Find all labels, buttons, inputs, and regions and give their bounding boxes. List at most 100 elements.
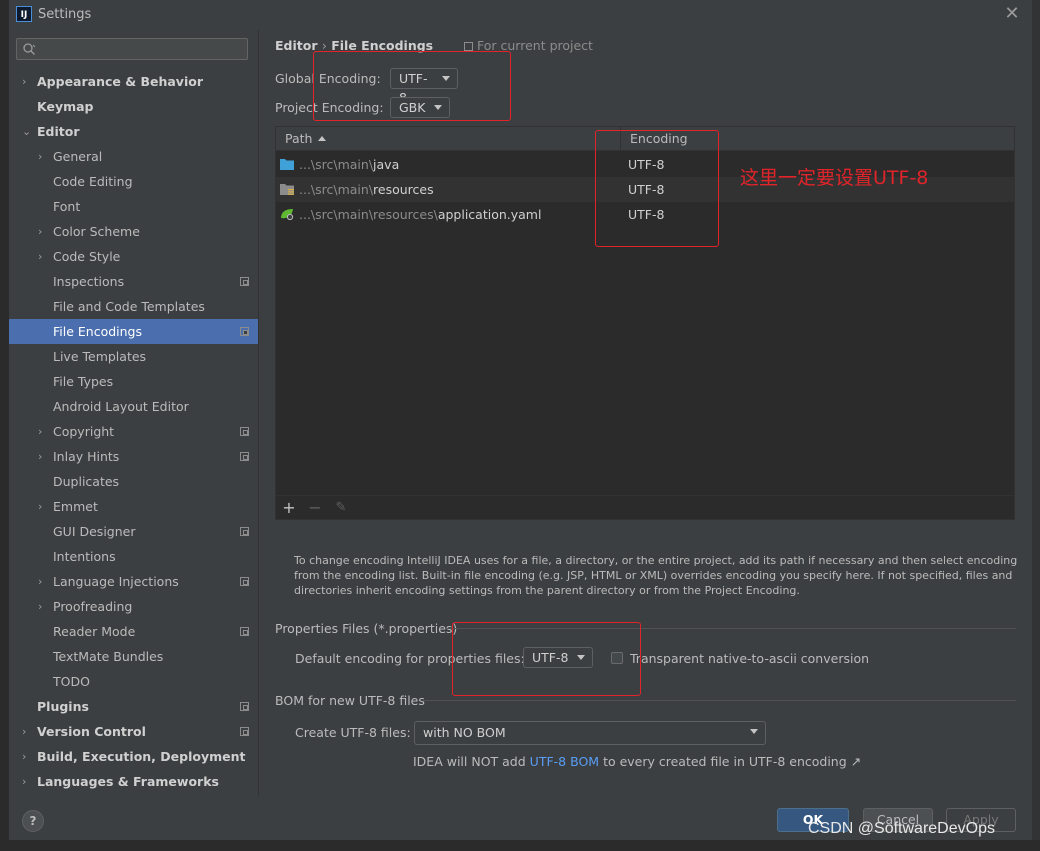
- annotation-text: 这里一定要设置UTF-8: [740, 167, 929, 189]
- sidebar-item-general[interactable]: › General: [9, 144, 258, 169]
- sidebar-item-file-code-templates[interactable]: File and Code Templates: [9, 294, 258, 319]
- file-encodings-panel: Editor › File Encodings For current proj…: [259, 30, 1032, 796]
- sidebar-item-reader-mode[interactable]: Reader Mode: [9, 619, 258, 644]
- column-header-path[interactable]: Path: [285, 131, 327, 146]
- sidebar-item-file-types[interactable]: File Types: [9, 369, 258, 394]
- column-path-label: Path: [285, 131, 313, 146]
- chevron-right-icon: ›: [22, 75, 27, 88]
- bom-section-title: BOM for new UTF-8 files: [275, 693, 425, 708]
- sidebar-item-inlay-hints[interactable]: › Inlay Hints: [9, 444, 258, 469]
- sidebar-item-font[interactable]: Font: [9, 194, 258, 219]
- chevron-right-icon: ›: [22, 775, 27, 788]
- column-divider[interactable]: [620, 127, 621, 151]
- project-encoding-value: GBK: [399, 100, 426, 115]
- chevron-right-icon: ›: [38, 150, 43, 163]
- settings-sidebar: › Appearance & Behavior Keymap ⌄ Editor …: [9, 30, 258, 796]
- breadcrumb-separator: ›: [321, 38, 327, 53]
- native-to-ascii-checkbox[interactable]: [611, 652, 623, 664]
- row-path-name: java: [373, 157, 400, 172]
- sidebar-item-build-execution-deployment[interactable]: › Build, Execution, Deployment: [9, 744, 258, 769]
- spring-config-file-icon: [281, 209, 294, 220]
- sidebar-item-emmet[interactable]: › Emmet: [9, 494, 258, 519]
- add-icon[interactable]: +: [279, 497, 299, 519]
- chevron-right-icon: ›: [38, 500, 43, 513]
- project-scope-icon: [240, 527, 249, 536]
- sidebar-item-languages-frameworks[interactable]: › Languages & Frameworks: [9, 769, 258, 794]
- project-scope-icon: [240, 427, 249, 436]
- project-scope-icon: [240, 452, 249, 461]
- sidebar-item-color-scheme[interactable]: › Color Scheme: [9, 219, 258, 244]
- search-input[interactable]: [16, 38, 248, 60]
- bom-note-prefix: IDEA will NOT add: [413, 754, 526, 769]
- project-scope-icon: [240, 327, 249, 336]
- native-to-ascii-label[interactable]: Transparent native-to-ascii conversion: [630, 651, 869, 666]
- scope-label: For current project: [477, 38, 593, 53]
- sidebar-item-intentions[interactable]: Intentions: [9, 544, 258, 569]
- help-button[interactable]: ?: [22, 810, 44, 832]
- close-icon[interactable]: ✕: [1000, 2, 1024, 26]
- sidebar-item-language-injections[interactable]: › Language Injections: [9, 569, 258, 594]
- chevron-right-icon: ›: [22, 750, 27, 763]
- properties-encoding-value: UTF-8: [532, 650, 569, 665]
- sidebar-item-live-templates[interactable]: Live Templates: [9, 344, 258, 369]
- row-encoding: UTF-8: [628, 182, 665, 197]
- properties-section-title: Properties Files (*.properties): [275, 621, 458, 636]
- sidebar-item-editor[interactable]: ⌄ Editor: [9, 119, 258, 144]
- remove-icon[interactable]: −: [305, 497, 325, 519]
- project-scope-icon: [240, 627, 249, 636]
- table-toolbar: + − ✎: [276, 495, 1014, 519]
- row-encoding: UTF-8: [628, 157, 665, 172]
- create-utf8-label: Create UTF-8 files:: [295, 725, 411, 740]
- chevron-right-icon: ›: [38, 600, 43, 613]
- sidebar-item-inspections[interactable]: Inspections: [9, 269, 258, 294]
- sidebar-item-appearance-behavior[interactable]: › Appearance & Behavior: [9, 69, 258, 94]
- edit-icon[interactable]: ✎: [331, 497, 351, 519]
- project-scope-icon: [464, 42, 473, 51]
- breadcrumb-parent[interactable]: Editor: [275, 38, 318, 53]
- watermark: CSDN @SoftwareDevOps: [808, 820, 995, 837]
- intellij-app-icon: IJ: [16, 6, 32, 22]
- sidebar-item-code-style[interactable]: › Code Style: [9, 244, 258, 269]
- search-icon: [23, 43, 36, 55]
- sidebar-item-duplicates[interactable]: Duplicates: [9, 469, 258, 494]
- row-path-prefix: ...\src\main\: [299, 182, 374, 197]
- sidebar-item-version-control[interactable]: › Version Control: [9, 719, 258, 744]
- sidebar-item-file-encodings[interactable]: File Encodings: [9, 319, 258, 344]
- bom-value: with NO BOM: [423, 725, 506, 740]
- global-encoding-dropdown[interactable]: UTF-8: [390, 68, 458, 105]
- settings-dialog: IJ Settings ✕ › Appearance & Behavior Ke…: [9, 0, 1032, 840]
- global-encoding-label: Global Encoding:: [275, 71, 381, 86]
- breadcrumb: Editor › File Encodings: [275, 38, 433, 53]
- table-row[interactable]: ...\src\main\resources\application.yaml …: [276, 202, 1014, 227]
- sidebar-item-keymap[interactable]: Keymap: [9, 94, 258, 119]
- sidebar-item-android-layout-editor[interactable]: Android Layout Editor: [9, 394, 258, 419]
- project-scope-icon: [240, 702, 249, 711]
- sidebar-item-code-editing[interactable]: Code Editing: [9, 169, 258, 194]
- window-title: Settings: [38, 7, 92, 22]
- chevron-right-icon: ›: [22, 725, 27, 738]
- chevron-right-icon: ›: [38, 575, 43, 588]
- project-scope-icon: [240, 577, 249, 586]
- project-scope-icon: [240, 277, 249, 286]
- sidebar-item-todo[interactable]: TODO: [9, 669, 258, 694]
- utf8-bom-link[interactable]: UTF-8 BOM: [530, 754, 599, 769]
- properties-encoding-dropdown[interactable]: UTF-8: [523, 647, 593, 668]
- background-editor-right: [1032, 0, 1040, 851]
- sidebar-item-textmate-bundles[interactable]: TextMate Bundles: [9, 644, 258, 669]
- project-scope-icon: [240, 727, 249, 736]
- chevron-down-icon: ⌄: [22, 125, 32, 138]
- row-path: ...\src\main\resources: [299, 177, 434, 202]
- sidebar-item-copyright[interactable]: › Copyright: [9, 419, 258, 444]
- bom-note: IDEA will NOT add UTF-8 BOM to every cre…: [413, 754, 861, 769]
- bom-note-suffix: to every created file in UTF-8 encoding …: [603, 754, 862, 769]
- table-header: Path Encoding: [276, 127, 1014, 151]
- sort-ascending-icon: [318, 136, 327, 141]
- column-header-encoding[interactable]: Encoding: [630, 131, 688, 146]
- background-editor-bottom: [0, 840, 1040, 851]
- sidebar-item-gui-designer[interactable]: GUI Designer: [9, 519, 258, 544]
- sidebar-item-plugins[interactable]: Plugins: [9, 694, 258, 719]
- section-divider: [423, 700, 1016, 701]
- project-encoding-dropdown[interactable]: GBK: [390, 97, 450, 118]
- bom-dropdown[interactable]: with NO BOM: [414, 721, 766, 745]
- sidebar-item-proofreading[interactable]: › Proofreading: [9, 594, 258, 619]
